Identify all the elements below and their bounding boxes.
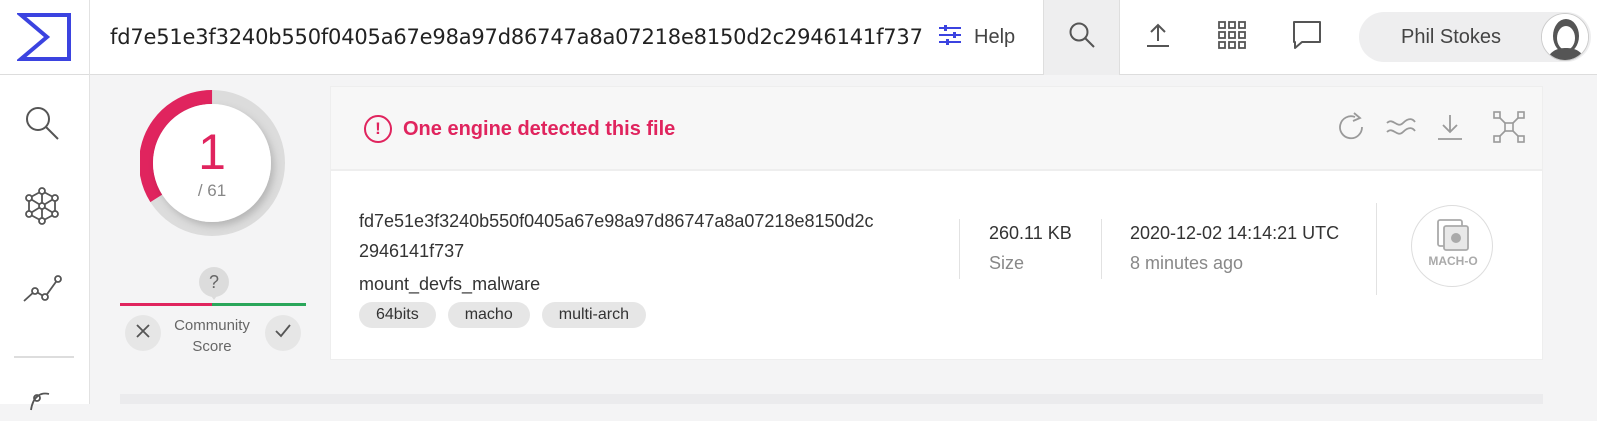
user-name: Phil Stokes: [1401, 26, 1502, 48]
tag[interactable]: multi-arch: [541, 302, 646, 328]
help-label: Help: [974, 26, 1016, 48]
community-bar-harmless: [212, 303, 306, 306]
file-type-label: MACH-O: [1428, 254, 1478, 268]
file-type-badge: MACH-O: [1411, 205, 1493, 287]
file-name: mount_devfs_malware: [359, 274, 541, 294]
graph-expand-button[interactable]: [1489, 109, 1529, 149]
detection-header: ! One engine detected this file: [330, 86, 1543, 170]
community-label-line2: Score: [192, 338, 232, 355]
search-icon: [23, 104, 61, 147]
hunting-icon: [23, 382, 61, 417]
file-hash[interactable]: fd7e51e3f3240b550f0405a67e98a97d86747a8a…: [359, 206, 939, 266]
close-icon: [135, 323, 151, 344]
chat-button[interactable]: [1277, 0, 1337, 75]
search-icon: [1068, 21, 1096, 54]
sidebar: [0, 75, 90, 410]
detection-message: One engine detected this file: [403, 118, 676, 140]
file-type-icon: [1437, 219, 1469, 251]
sidebar-divider: [14, 356, 74, 358]
avatar[interactable]: [1541, 13, 1589, 61]
sidebar-item-more[interactable]: [20, 377, 64, 421]
file-details-card: fd7e51e3f3240b550f0405a67e98a97d86747a8a…: [330, 170, 1543, 360]
trend-icon: [22, 271, 62, 312]
file-size-label: Size: [989, 253, 1025, 273]
community-score-label: Community Score: [162, 315, 262, 357]
similar-icon: [1385, 115, 1417, 144]
upload-icon: [1145, 22, 1171, 53]
alert-icon: !: [364, 115, 392, 143]
virustotal-logo[interactable]: [0, 0, 90, 75]
sliders-icon: [938, 24, 962, 52]
similar-button[interactable]: [1381, 109, 1421, 149]
community-label-line1: Community: [174, 317, 250, 334]
divider: [1376, 203, 1377, 295]
detection-count: 1: [198, 124, 226, 180]
tag[interactable]: 64bits: [359, 302, 436, 328]
sidebar-item-trends[interactable]: [20, 269, 64, 313]
community-bar-malicious: [120, 303, 212, 306]
divider: [959, 219, 960, 279]
analysis-date: 2020-12-02 14:14:21 UTC: [1130, 223, 1340, 243]
file-hash-line1: fd7e51e3f3240b550f0405a67e98a97d86747a8a…: [359, 211, 874, 231]
vote-harmless-button[interactable]: [265, 315, 301, 351]
help-button[interactable]: Help: [938, 0, 1015, 75]
tag-list: 64bits macho multi-arch: [359, 302, 646, 328]
reanalyze-icon: [1335, 111, 1367, 148]
graph-expand-icon: [1492, 110, 1526, 149]
analysis-relative-time: 8 minutes ago: [1130, 253, 1244, 273]
chat-icon: [1292, 20, 1322, 55]
detection-score: 1 / 61 ? Community Score: [90, 75, 330, 404]
download-icon: [1435, 112, 1465, 147]
search-input[interactable]: fd7e51e3f3240b550f0405a67e98a97d86747a8a…: [110, 0, 923, 75]
vote-malicious-button[interactable]: [125, 315, 161, 351]
badge-pointer: [209, 293, 219, 300]
top-bar: fd7e51e3f3240b550f0405a67e98a97d86747a8a…: [0, 0, 1597, 75]
engine-total: / 61: [197, 181, 227, 200]
graph-icon: [23, 186, 61, 230]
user-menu[interactable]: Phil Stokes: [1359, 12, 1591, 62]
file-hash-line2: 2946141f737: [359, 241, 465, 261]
divider: [1101, 219, 1102, 279]
download-button[interactable]: [1430, 109, 1470, 149]
sidebar-item-graph[interactable]: [20, 186, 64, 230]
grid-icon: [1218, 21, 1246, 54]
upload-button[interactable]: [1128, 0, 1188, 75]
search-button[interactable]: [1043, 0, 1120, 75]
next-section: [120, 394, 1543, 404]
sidebar-item-search[interactable]: [20, 103, 64, 147]
check-icon: [274, 323, 292, 344]
file-size-value: 260.11 KB: [989, 223, 1072, 243]
tag[interactable]: macho: [447, 302, 530, 328]
reanalyze-button[interactable]: [1331, 109, 1371, 149]
apps-button[interactable]: [1202, 0, 1262, 75]
